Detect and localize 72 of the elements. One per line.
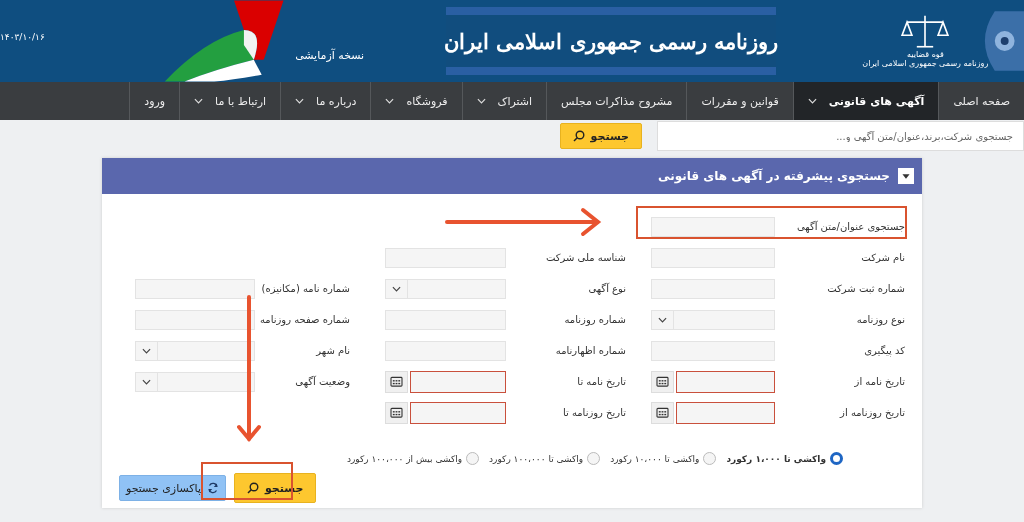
field-label: شناسه ملی شرکت [544,252,626,263]
search-button[interactable]: جستجو [559,123,642,149]
search-icon [572,130,585,142]
date-field[interactable] [410,401,506,424]
field-label: نوع آگهی [587,283,626,294]
calendar-icon [656,407,669,418]
emblem-caption: روزنامه رسمی جمهوری اسلامی ایران [862,59,989,68]
nav-item[interactable]: فروشگاه [370,82,462,120]
field-label: شماره نامه (مکانیزه) [260,283,350,294]
calendar-icon [656,376,669,387]
field-label: شماره اظهارنامه [554,345,626,356]
field-label: تاریخ روزنامه تا [561,407,626,418]
nav-item[interactable]: مشروح مذاکرات مجلس [546,82,687,120]
calendar-button[interactable] [385,401,408,424]
field-label: شماره روزنامه [563,314,626,325]
text-field[interactable] [385,309,506,330]
date-field[interactable] [676,401,775,424]
text-field[interactable] [385,247,506,268]
dropdown-field[interactable] [651,309,775,330]
edition-label: نسخه آزمایشی [295,48,365,62]
field-label: تاریخ روزنامه از [838,407,905,418]
calendar-button[interactable] [651,401,674,424]
field-label: تاریخ نامه از [853,376,905,387]
date-field[interactable] [676,370,775,393]
text-field[interactable] [135,278,255,299]
text-field[interactable] [385,340,506,361]
radio-label: واکشی تا ۱۰،۰۰۰ رکورد [610,453,700,464]
nav-item[interactable]: آگهی های قانونی [792,82,939,120]
date-field[interactable] [410,370,506,393]
panel-title: جستجوی پیشرفته در آگهی های قانونی [658,169,890,183]
dropdown-field[interactable] [385,278,506,299]
radio-button[interactable] [703,452,717,465]
text-field[interactable] [135,309,255,330]
text-field[interactable] [651,340,775,361]
radio-button[interactable] [587,452,601,465]
date-label: ۱۴۰۳/۱۰/۱۶ [0,32,45,42]
text-field[interactable] [651,216,775,237]
nav-item[interactable]: اشتراک [461,82,547,120]
dropdown-field[interactable] [135,340,255,361]
radio-button[interactable] [830,452,843,465]
nav-item[interactable]: ورود [129,82,180,120]
scales-icon [900,14,951,50]
nav-item[interactable]: درباره ما [280,82,371,120]
dropdown-field[interactable] [135,371,255,392]
search-field[interactable]: جستجوی شرکت،برند،عنوان/متن آگهی و... [657,121,1024,151]
field-label: وضعیت آگهی [294,376,350,387]
radio-label: واکشی تا ۱،۰۰۰ رکورد [726,453,826,464]
field-label: نوع روزنامه [855,314,905,325]
collapse-toggle-icon[interactable] [898,168,914,184]
text-field[interactable] [651,278,775,299]
calendar-icon [390,407,403,418]
nav-item[interactable]: قوانین و مقررات [686,82,793,120]
radio-label: واکشی بیش از ۱۰۰،۰۰۰ رکورد [346,453,463,464]
field-label: شماره ثبت شرکت [826,283,905,294]
site-title: روزنامه رسمی جمهوری اسلامی ایران [444,28,779,54]
reset-button[interactable]: پاکسازی جستجو [119,475,226,501]
radio-button[interactable] [466,452,480,465]
calendar-button[interactable] [385,370,408,393]
nav-item[interactable]: ارتباط با ما [179,82,281,120]
calendar-button[interactable] [651,370,674,393]
field-label: شماره صفحه روزنامه [258,314,350,325]
field-label: کد پیگیری [863,345,905,356]
radio-label: واکشی تا ۱۰۰،۰۰۰ رکورد [489,453,584,464]
refresh-icon [206,482,219,494]
field-label: تاریخ نامه تا [576,376,626,387]
field-label: نام شرکت [860,252,905,263]
text-field[interactable] [651,247,775,268]
search-icon [246,482,259,494]
emblem-caption: قوه قضاییه [906,50,944,59]
calendar-icon [390,376,403,387]
field-label: نام شهر [314,345,350,356]
field-label: جستجوی عنوان/متن آگهی [795,221,905,232]
